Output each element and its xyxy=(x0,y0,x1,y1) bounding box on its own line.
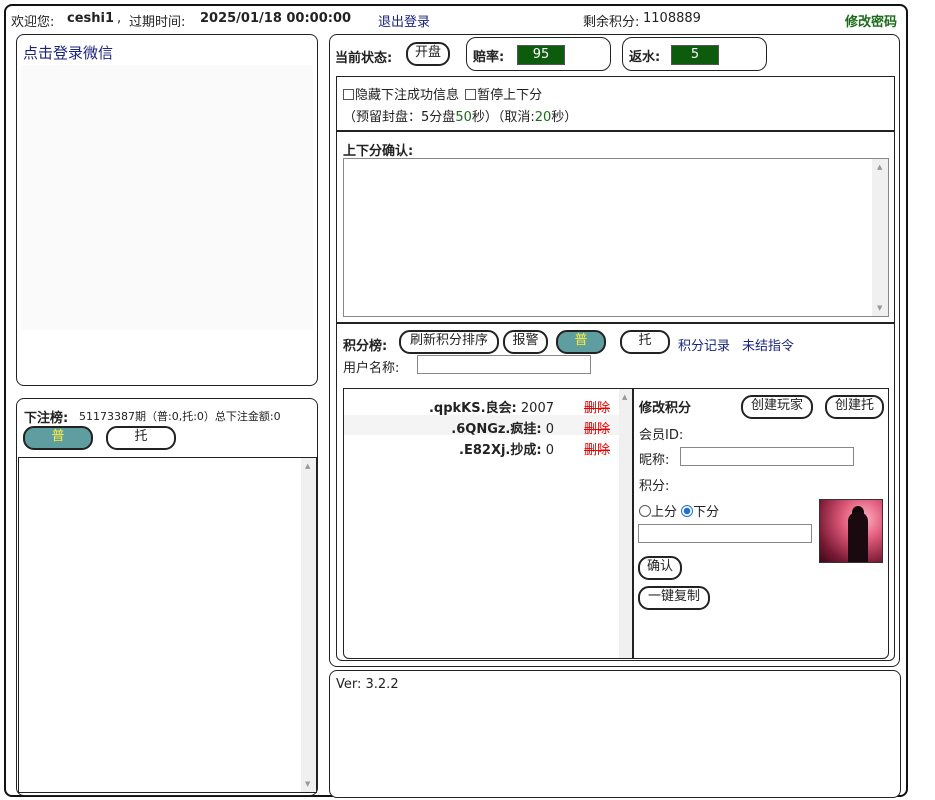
bets-scrollbar[interactable]: ▲ ▼ xyxy=(301,458,316,792)
rebate-box: 返水: 5 xyxy=(622,37,767,71)
delete-button[interactable]: 删除 xyxy=(584,397,610,416)
member-id-label: 会员ID: xyxy=(639,428,684,443)
pause-updown-checkbox[interactable] xyxy=(465,89,477,100)
create-player-button[interactable]: 创建玩家 xyxy=(741,395,813,419)
refresh-ranking-button[interactable]: 刷新积分排序 xyxy=(399,330,499,354)
odds-value[interactable]: 95 xyxy=(517,45,565,65)
pending-orders-link[interactable]: 未结指令 xyxy=(742,335,794,354)
expire-value: 2025/01/18 00:00:00 xyxy=(200,11,352,26)
header-bar: 欢迎您: ceshi1 , 过期时间: 2025/01/18 00:00:00 … xyxy=(0,0,935,34)
points-direction[interactable]: 上分 下分 xyxy=(639,501,719,520)
username: ceshi1 xyxy=(67,11,115,26)
points-amount-input[interactable] xyxy=(638,524,812,543)
username-input[interactable] xyxy=(417,355,591,374)
ranking-tab-tuo[interactable]: 托 xyxy=(620,330,670,354)
delete-button[interactable]: 删除 xyxy=(584,439,610,458)
points-label: 剩余积分: xyxy=(583,15,640,30)
wechat-qr-area xyxy=(21,65,313,330)
ranking-scrollbar[interactable]: ▲ xyxy=(619,389,632,658)
up-radio[interactable] xyxy=(639,505,651,517)
avatar xyxy=(819,499,883,563)
ranking-box: 积分榜: 刷新积分排序 报警 普 托 积分记录 未结指令 用户名称: .qpkK… xyxy=(336,323,895,661)
scroll-up-icon[interactable]: ▲ xyxy=(877,163,882,171)
create-tuo-button[interactable]: 创建托 xyxy=(825,395,884,419)
odds-label: 赔率: xyxy=(473,50,505,65)
options-box: 隐藏下注成功信息 暂停上下分 （预留封盘：5分盘50秒）（取消:20秒） xyxy=(336,76,895,131)
hide-success-option[interactable]: 隐藏下注成功信息 暂停上下分 xyxy=(343,84,542,103)
edit-points-title: 修改积分 xyxy=(639,401,692,416)
edit-points-panel: 修改积分 创建玩家 创建托 会员ID: 昵称: 积分: 上分 下分 确认 一键复… xyxy=(633,388,889,659)
bets-tab-normal[interactable]: 普 xyxy=(23,426,93,450)
points-field-label: 积分: xyxy=(639,479,670,494)
updown-confirm-box: 上下分确认: ▲ ▼ xyxy=(336,131,895,323)
nickname-label: 昵称: xyxy=(639,453,670,468)
down-radio[interactable] xyxy=(681,505,694,517)
username-label: 用户名称: xyxy=(343,361,400,376)
ranking-label: 积分榜: xyxy=(343,339,388,354)
bets-label: 下注榜: xyxy=(24,411,69,426)
rebate-label: 返水: xyxy=(629,50,661,65)
ranking-list: .qpkKS.良会: 2007 删除 .6QNGz.疯挂: 0 删除 .E82X… xyxy=(343,388,633,659)
one-click-copy-button[interactable]: 一键复制 xyxy=(638,586,710,610)
ranking-row[interactable]: .qpkKS.良会: 2007 xyxy=(429,397,554,416)
version-text: Ver: 3.2.2 xyxy=(336,677,399,692)
points-value: 1108889 xyxy=(643,11,701,26)
confirm-button[interactable]: 确认 xyxy=(638,556,682,580)
ranking-tab-normal[interactable]: 普 xyxy=(556,330,606,354)
rebate-value[interactable]: 5 xyxy=(671,45,719,65)
bets-tab-tuo[interactable]: 托 xyxy=(106,426,176,450)
hide-success-checkbox[interactable] xyxy=(343,89,354,100)
delete-button[interactable]: 删除 xyxy=(584,418,610,437)
logout-link[interactable]: 退出登录 xyxy=(378,11,430,30)
updown-confirm-label: 上下分确认: xyxy=(343,144,414,159)
status-label: 当前状态: xyxy=(335,51,393,66)
bets-info: 51173387期（普:0,托:0）总下注金额:0 xyxy=(79,410,281,423)
wechat-login-link[interactable]: 点击登录微信 xyxy=(23,42,113,63)
wechat-panel: 点击登录微信 xyxy=(16,34,318,386)
bets-panel: 下注榜: 51173387期（普:0,托:0）总下注金额:0 普 托 ▲ ▼ xyxy=(16,398,318,796)
scroll-up-icon[interactable]: ▲ xyxy=(305,462,310,470)
reserve-info: （预留封盘：5分盘50秒）（取消:20秒） xyxy=(343,110,578,125)
confirm-scrollbar[interactable]: ▲ ▼ xyxy=(872,159,888,316)
header-separator: , xyxy=(117,11,122,26)
nickname-input[interactable] xyxy=(680,447,854,466)
version-panel: Ver: 3.2.2 xyxy=(329,670,901,798)
points-records-link[interactable]: 积分记录 xyxy=(678,335,730,354)
updown-confirm-textarea[interactable]: ▲ ▼ xyxy=(343,158,889,317)
welcome-label: 欢迎您: xyxy=(11,15,55,30)
ranking-row[interactable]: .6QNGz.疯挂: 0 xyxy=(451,418,554,437)
control-panel: 当前状态: 开盘 赔率: 95 返水: 5 隐藏下注成功信息 暂停上下分 （预留… xyxy=(329,34,900,667)
expire-label: 过期时间: xyxy=(129,15,186,30)
scroll-down-icon[interactable]: ▼ xyxy=(877,304,882,312)
market-state-button[interactable]: 开盘 xyxy=(406,42,450,66)
scroll-up-icon[interactable]: ▲ xyxy=(622,393,627,401)
scroll-down-icon[interactable]: ▼ xyxy=(305,780,310,788)
alarm-button[interactable]: 报警 xyxy=(503,330,548,354)
bets-list[interactable]: ▲ ▼ xyxy=(18,457,317,793)
change-password-link[interactable]: 修改密码 xyxy=(845,11,897,30)
ranking-row[interactable]: .E82Xj.抄成: 0 xyxy=(459,439,554,458)
odds-box: 赔率: 95 xyxy=(466,37,611,71)
